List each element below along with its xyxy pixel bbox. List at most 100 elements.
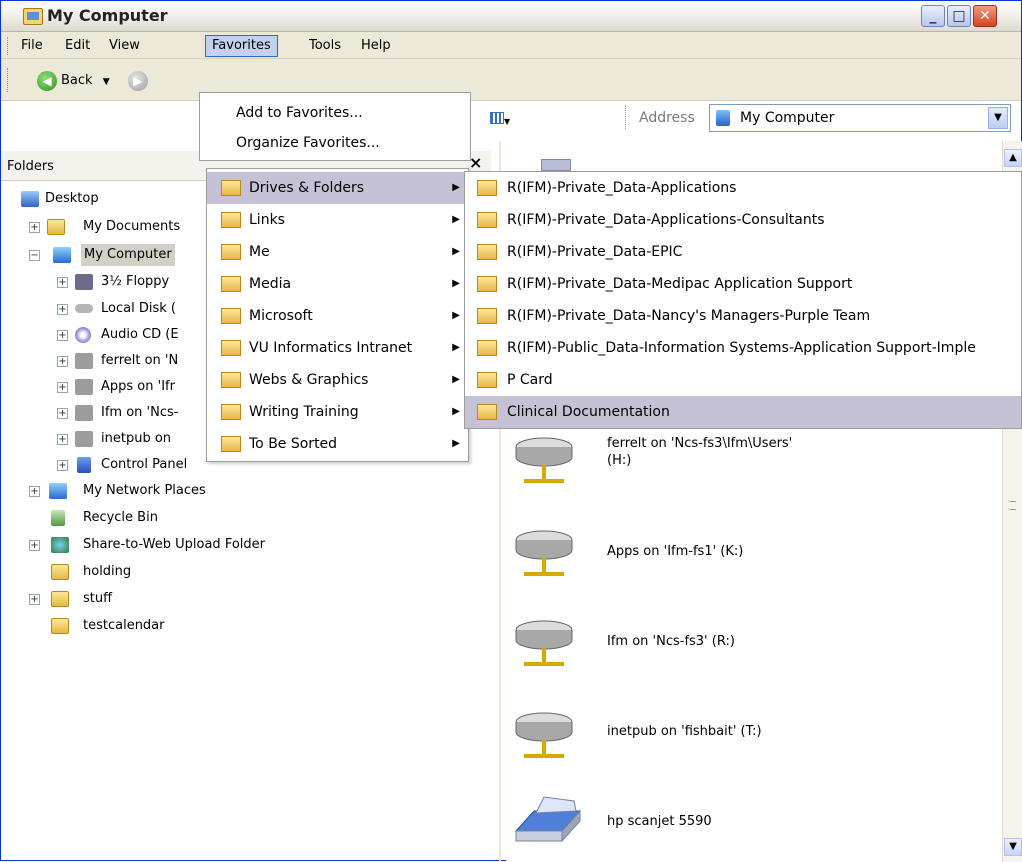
- expand-icon[interactable]: +: [29, 222, 40, 233]
- tree-label: My Documents: [83, 219, 181, 234]
- tree-label: Desktop: [45, 191, 99, 206]
- menu-item-webs-graphics[interactable]: Webs & Graphics ▶: [207, 364, 468, 396]
- title-bar[interactable]: My Computer _ □ ✕: [1, 1, 1021, 32]
- recycle-bin-icon: [51, 510, 65, 526]
- toolbar-grip[interactable]: [7, 68, 10, 92]
- submenu-item[interactable]: R(IFM)-Private_Data-Nancy's Managers-Pur…: [465, 300, 1021, 332]
- folder-icon: [477, 404, 497, 420]
- drive-label: hp scanjet 5590: [607, 814, 712, 829]
- address-value: My Computer: [740, 110, 835, 126]
- address-bar[interactable]: My Computer ▼: [709, 104, 1011, 132]
- menu-item-vu-informatics[interactable]: VU Informatics Intranet ▶: [207, 332, 468, 364]
- menu-item-media[interactable]: Media ▶: [207, 268, 468, 300]
- menu-help[interactable]: Help: [355, 35, 397, 57]
- web-folder-icon: [51, 537, 69, 553]
- drive-label: inetpub on 'fishbait' (T:): [607, 724, 762, 739]
- explorer-window: My Computer _ □ ✕ File Edit View Favorit…: [0, 0, 1022, 862]
- cd-icon: [75, 327, 91, 343]
- minimize-button[interactable]: _: [921, 5, 945, 27]
- menu-tools[interactable]: Tools: [303, 35, 347, 57]
- address-label: Address: [639, 110, 695, 126]
- submenu-item[interactable]: P Card: [465, 364, 1021, 396]
- tree-label: Recycle Bin: [83, 510, 158, 525]
- submenu-arrow-icon: ▶: [452, 438, 460, 449]
- folder-icon: [477, 372, 497, 388]
- submenu-item[interactable]: R(IFM)-Private_Data-Applications-Consult…: [465, 204, 1021, 236]
- folder-icon: [221, 276, 241, 292]
- expand-icon[interactable]: +: [29, 594, 40, 605]
- menu-item-to-be-sorted[interactable]: To Be Sorted ▶: [207, 428, 468, 460]
- menu-edit[interactable]: Edit: [59, 35, 96, 57]
- tree-label: testcalendar: [83, 618, 165, 633]
- folder-icon: [51, 618, 69, 634]
- scroll-down-button[interactable]: ▼: [1004, 838, 1022, 856]
- forward-button[interactable]: ▶: [127, 70, 148, 91]
- folder-icon: [477, 276, 497, 292]
- drive-label: Ifm on 'Ncs-fs3' (R:): [607, 634, 735, 649]
- folder-icon: [221, 244, 241, 260]
- menu-item-links[interactable]: Links ▶: [207, 204, 468, 236]
- views-button[interactable]: ▼: [490, 112, 514, 130]
- menu-file[interactable]: File: [15, 35, 49, 57]
- network-drive-icon: [515, 530, 573, 576]
- drives-folders-submenu: R(IFM)-Private_Data-Applications R(IFM)-…: [464, 171, 1022, 429]
- back-button[interactable]: ◀ Back ▼ ▶: [37, 68, 152, 94]
- network-drive-icon: [75, 405, 93, 421]
- back-dropdown-icon[interactable]: ▼: [103, 77, 110, 87]
- menu-item-drives-folders[interactable]: Drives & Folders ▶: [207, 172, 468, 204]
- submenu-item[interactable]: R(IFM)-Private_Data-EPIC: [465, 236, 1021, 268]
- close-button[interactable]: ✕: [973, 5, 997, 27]
- back-label: Back: [61, 73, 93, 88]
- expand-icon[interactable]: +: [29, 540, 40, 551]
- tree-label: Ifm on 'Ncs-: [101, 405, 179, 420]
- expand-icon[interactable]: +: [57, 408, 68, 419]
- folder-icon: [221, 436, 241, 452]
- expand-icon[interactable]: +: [57, 460, 68, 471]
- tree-label: Apps on 'Ifr: [101, 379, 175, 394]
- expand-icon[interactable]: +: [57, 356, 68, 367]
- drive-label: ferrelt on 'Ncs-fs3\Ifm\Users' (H:): [607, 436, 793, 468]
- expand-icon[interactable]: +: [57, 277, 68, 288]
- expand-icon[interactable]: +: [29, 486, 40, 497]
- folder-icon: [221, 212, 241, 228]
- tree-label: Audio CD (E: [101, 327, 179, 342]
- submenu-item[interactable]: R(IFM)-Private_Data-Medipac Application …: [465, 268, 1021, 300]
- favorites-menu: Add to Favorites... Organize Favorites..…: [199, 92, 471, 161]
- organize-favorites-item[interactable]: Organize Favorites...: [200, 128, 470, 158]
- menubar-grip[interactable]: [7, 37, 10, 55]
- scroll-thumb-grip[interactable]: [1010, 501, 1016, 510]
- network-drive-icon: [75, 431, 93, 447]
- address-dropdown-button[interactable]: ▼: [988, 107, 1008, 129]
- menu-favorites[interactable]: Favorites: [205, 35, 278, 57]
- close-pane-button[interactable]: ×: [469, 153, 482, 172]
- scroll-up-button[interactable]: ▲: [1004, 149, 1022, 167]
- submenu-arrow-icon: ▶: [452, 214, 460, 225]
- submenu-arrow-icon: ▶: [452, 374, 460, 385]
- folder-icon: [221, 180, 241, 196]
- submenu-arrow-icon: ▶: [452, 182, 460, 193]
- expand-icon[interactable]: +: [57, 382, 68, 393]
- add-to-favorites-item[interactable]: Add to Favorites...: [200, 98, 470, 128]
- folder-icon: [477, 340, 497, 356]
- submenu-item-selected[interactable]: Clinical Documentation: [465, 396, 1021, 428]
- computer-icon: [53, 247, 71, 263]
- submenu-arrow-icon: ▶: [452, 406, 460, 417]
- tree-label: My Computer: [81, 244, 175, 266]
- submenu-item[interactable]: R(IFM)-Public_Data-Information Systems-A…: [465, 332, 1021, 364]
- disk-icon: [75, 304, 93, 313]
- submenu-item[interactable]: R(IFM)-Private_Data-Applications: [465, 172, 1021, 204]
- address-grip[interactable]: [625, 105, 628, 129]
- maximize-button[interactable]: □: [947, 5, 971, 27]
- expand-icon[interactable]: +: [57, 434, 68, 445]
- network-drive-icon: [515, 712, 573, 758]
- expand-icon[interactable]: +: [57, 304, 68, 315]
- menu-item-writing-training[interactable]: Writing Training ▶: [207, 396, 468, 428]
- menu-item-microsoft[interactable]: Microsoft ▶: [207, 300, 468, 332]
- folder-icon: [221, 308, 241, 324]
- tree-label: stuff: [83, 591, 113, 606]
- tree-label: ferrelt on 'N: [101, 353, 179, 368]
- collapse-icon[interactable]: −: [29, 250, 40, 261]
- menu-item-me[interactable]: Me ▶: [207, 236, 468, 268]
- expand-icon[interactable]: +: [57, 330, 68, 341]
- menu-view[interactable]: View: [103, 35, 146, 57]
